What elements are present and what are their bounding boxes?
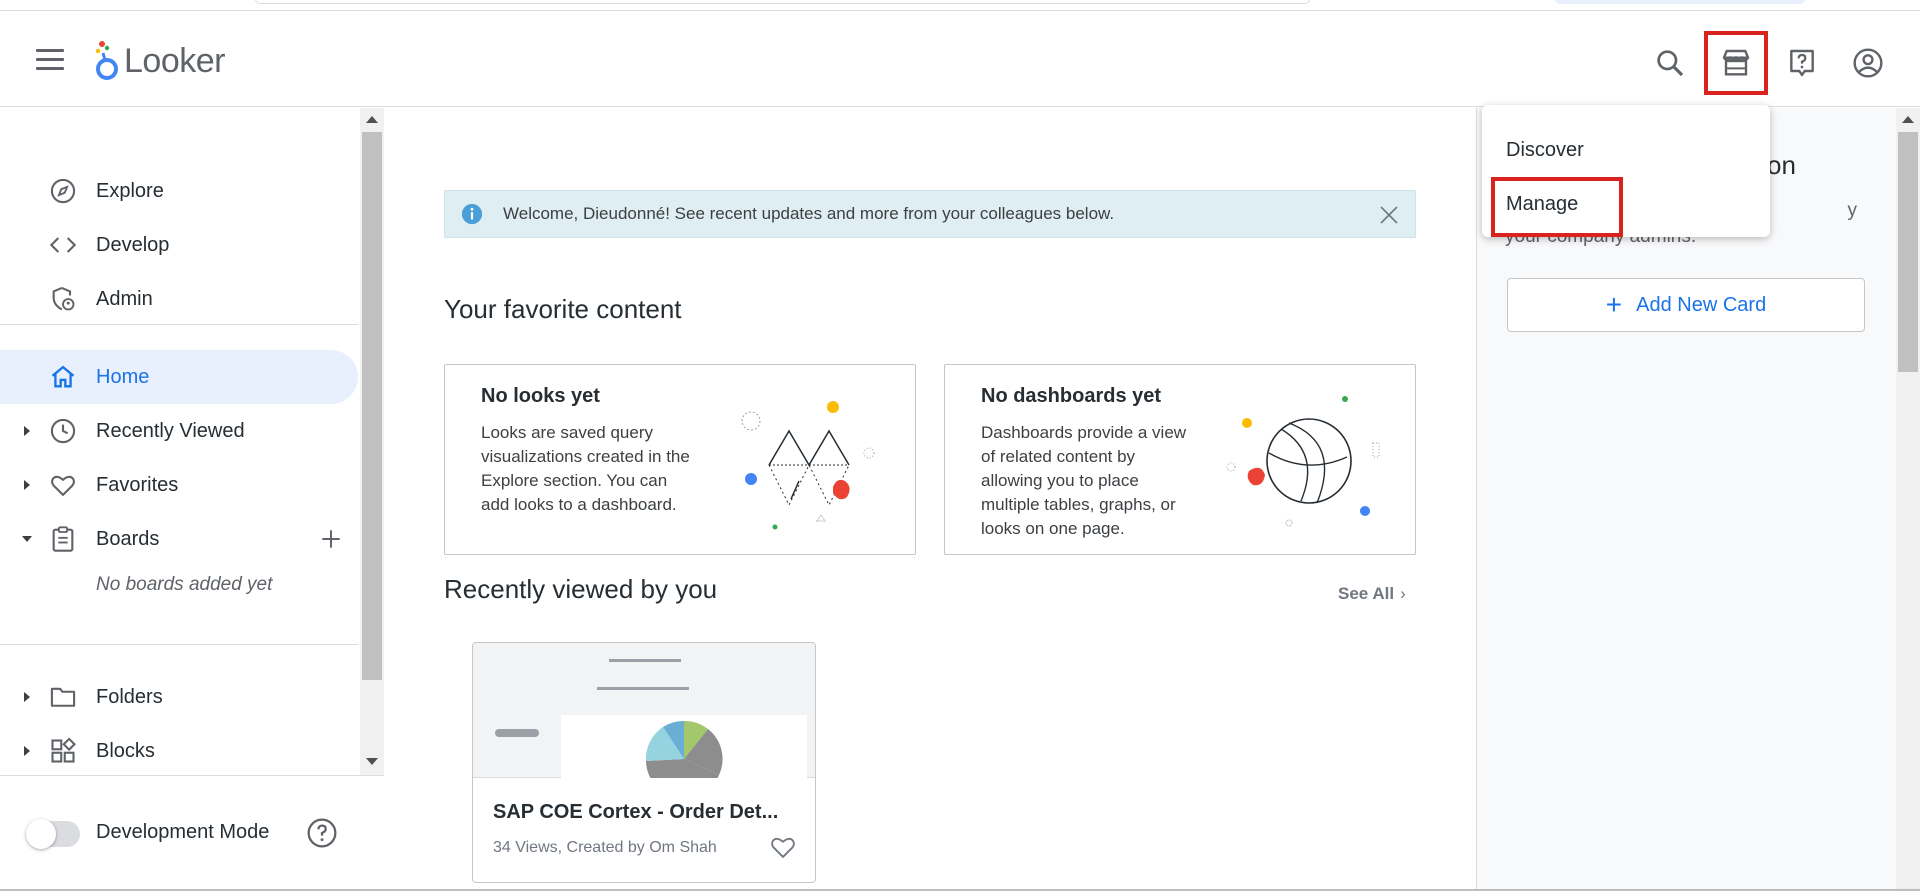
scroll-up-arrow-icon[interactable] (1902, 116, 1914, 123)
blocks-icon (48, 736, 78, 766)
sidebar-item-label: Blocks (96, 739, 155, 762)
development-mode-toggle[interactable] (26, 819, 80, 849)
main-content: Welcome, Dieudonné! See recent updates a… (384, 108, 1476, 891)
card-body: Looks are saved query visualizations cre… (481, 423, 690, 514)
clock-icon (48, 416, 78, 446)
favorite-heart-icon[interactable] (769, 833, 797, 861)
help-icon[interactable] (1782, 43, 1822, 83)
marketplace-menu: Discover Manage (1482, 105, 1770, 237)
welcome-message: Welcome, Dieudonné! See recent updates a… (503, 204, 1115, 223)
help-circle-icon[interactable] (306, 817, 338, 849)
account-icon[interactable] (1848, 43, 1888, 83)
sidebar-footer: Development Mode (0, 775, 384, 891)
recent-item-meta: 34 Views, Created by Om Shah (493, 839, 717, 856)
card-title: No looks yet (481, 385, 600, 407)
recent-item-card[interactable]: SAP COE Cortex - Order Det... 34 Views, … (472, 642, 816, 883)
browser-button-remnant (1555, 0, 1805, 4)
sidebar-item-explore[interactable]: Explore (0, 164, 358, 218)
sidebar-item-folders[interactable]: Folders (0, 670, 358, 724)
thumbnail-preview-icon (495, 659, 807, 779)
see-all-link[interactable]: See All › (1338, 584, 1406, 604)
admin-shield-icon (48, 284, 78, 314)
sidebar-item-label: Folders (96, 685, 163, 708)
looks-illustration-icon (741, 401, 875, 530)
menu-item-manage[interactable]: Manage (1482, 177, 1770, 237)
sidebar-item-admin[interactable]: Admin (0, 272, 358, 326)
caret-down-icon[interactable] (20, 532, 34, 546)
no-dashboards-card: No dashboards yet Dashboards provide a v… (944, 364, 1416, 555)
home-icon (48, 362, 78, 392)
development-mode-label: Development Mode (96, 821, 270, 843)
sidebar-scrollbar[interactable] (360, 108, 384, 775)
browser-top-strip (0, 0, 1920, 11)
menu-icon[interactable] (36, 49, 66, 71)
caret-right-icon[interactable] (20, 744, 34, 758)
sidebar-item-recently-viewed[interactable]: Recently Viewed (0, 404, 358, 458)
sidebar-item-label: Explore (96, 179, 164, 202)
sidebar-item-label: Favorites (96, 473, 179, 496)
no-looks-card: No looks yet Looks are saved query visua… (444, 364, 916, 555)
folder-icon (48, 682, 78, 712)
page-scrollbar[interactable] (1896, 108, 1920, 891)
clipboard-icon (48, 524, 78, 554)
left-sidebar: Explore Develop Admin Home Recently View… (0, 108, 360, 775)
search-icon[interactable] (1650, 43, 1690, 83)
see-all-label: See All (1338, 584, 1395, 603)
marketplace-icon[interactable] (1704, 31, 1768, 95)
chevron-right-icon: › (1400, 584, 1406, 603)
welcome-banner: Welcome, Dieudonné! See recent updates a… (444, 190, 1416, 238)
app-name: Looker (124, 41, 225, 80)
code-icon (48, 230, 78, 260)
compass-icon (48, 176, 78, 206)
boards-empty-text: No boards added yet (96, 574, 273, 595)
recent-section-title: Recently viewed by you (444, 574, 718, 604)
info-icon (461, 203, 483, 225)
card-title: No dashboards yet (981, 385, 1162, 407)
scrollbar-thumb[interactable] (1898, 132, 1918, 372)
close-icon[interactable] (1377, 203, 1401, 227)
sidebar-item-favorites[interactable]: Favorites (0, 458, 358, 512)
sidebar-divider (0, 644, 358, 645)
scroll-down-arrow-icon[interactable] (366, 758, 378, 765)
sidebar-item-boards[interactable]: Boards (0, 512, 358, 566)
add-board-icon[interactable] (318, 526, 344, 552)
sidebar-divider (0, 324, 358, 325)
sidebar-item-label: Boards (96, 527, 160, 550)
sidebar-item-label: Develop (96, 233, 170, 256)
app-header: Looker (0, 11, 1920, 107)
favorites-section-title: Your favorite content (444, 294, 682, 324)
heart-icon (48, 470, 78, 500)
recent-item-title: SAP COE Cortex - Order Det... (493, 801, 779, 823)
card-body: Dashboards provide a view of related con… (981, 423, 1187, 538)
looker-logo-icon (95, 41, 118, 80)
plus-icon: + (1605, 289, 1623, 320)
sidebar-item-develop[interactable]: Develop (0, 218, 358, 272)
sidebar-item-home[interactable]: Home (0, 350, 358, 404)
app-logo[interactable]: Looker (94, 39, 225, 83)
dashboards-illustration-icon (1226, 396, 1380, 527)
add-new-card-button[interactable]: + Add New Card (1507, 278, 1865, 332)
address-bar-remnant (255, 0, 1310, 4)
menu-item-discover[interactable]: Discover (1482, 123, 1770, 177)
caret-right-icon[interactable] (20, 478, 34, 492)
dashboard-thumbnail (473, 643, 815, 779)
sidebar-item-blocks[interactable]: Blocks (0, 724, 358, 775)
sidebar-item-label: Home (96, 365, 150, 388)
scroll-up-arrow-icon[interactable] (366, 116, 378, 123)
caret-right-icon[interactable] (20, 690, 34, 704)
sidebar-item-label: Admin (96, 287, 153, 310)
add-new-card-label: Add New Card (1636, 293, 1767, 316)
scrollbar-thumb[interactable] (362, 132, 382, 680)
caret-right-icon[interactable] (20, 424, 34, 438)
right-panel-title-fragment: on (1767, 150, 1796, 180)
sidebar-item-label: Recently Viewed (96, 419, 245, 442)
